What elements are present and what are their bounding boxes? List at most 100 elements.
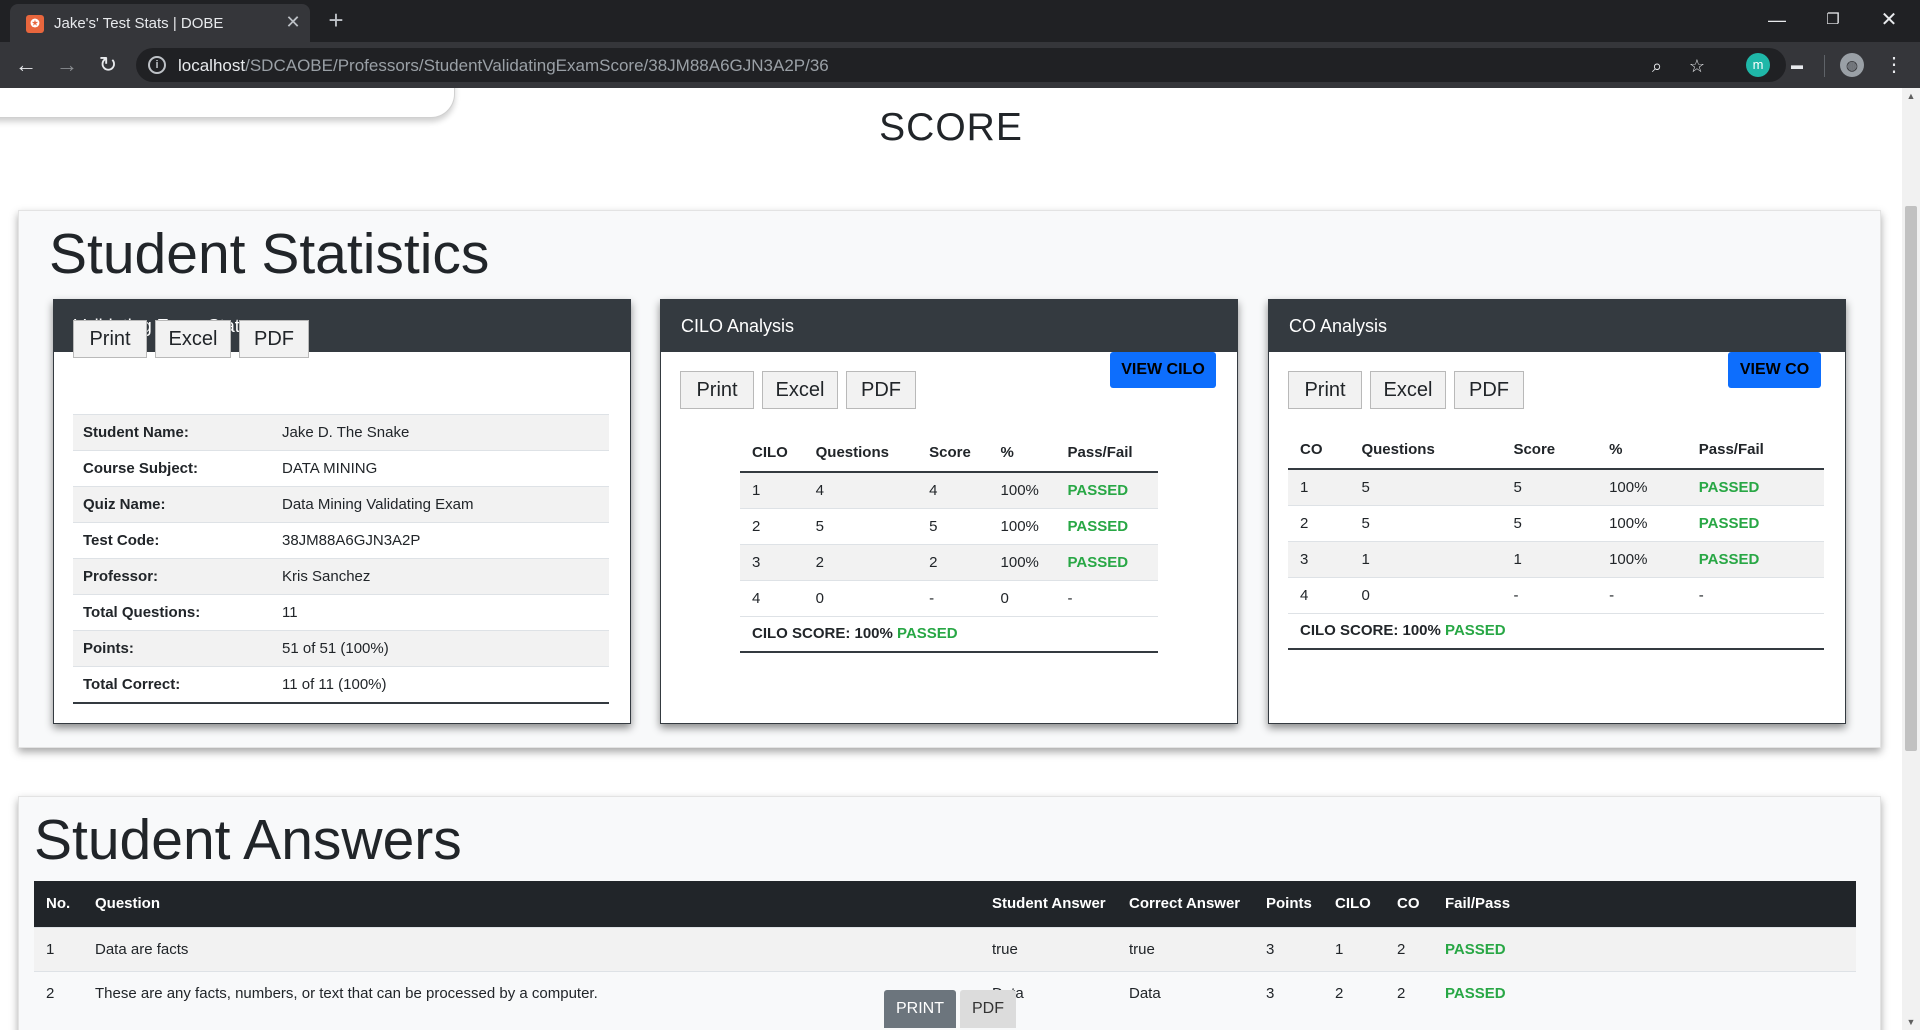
co-table-row: 3 1 1 100% PASSED — [1288, 540, 1824, 577]
stats-value: DATA MINING — [272, 450, 609, 487]
stats-row: Quiz Name: Data Mining Validating Exam — [73, 486, 609, 523]
co-column-header: % — [1597, 431, 1687, 470]
answers-column-header: Fail/Pass — [1433, 881, 1856, 927]
extension-m-icon[interactable]: m — [1746, 53, 1770, 77]
stats-label: Test Code: — [73, 522, 272, 559]
browser-tab[interactable]: ✪ Jake's' Test Stats | DOBE ✕ — [10, 4, 310, 42]
cilo-table-row: 3 2 2 100% PASSED — [740, 543, 1158, 580]
back-arrow-icon[interactable]: ← — [10, 49, 42, 81]
answers-column-header: CILO — [1323, 881, 1385, 927]
cilo-table-cell: 5 — [803, 507, 918, 544]
floating-print-button[interactable]: PRINT — [884, 990, 956, 1028]
extension-icon[interactable]: ▬ — [1785, 53, 1809, 77]
print-button[interactable]: Print — [73, 320, 147, 358]
page-scrollbar[interactable]: ▲ ▼ — [1902, 88, 1920, 1030]
answers-table-cell: Data — [1117, 970, 1254, 1015]
cilo-score-status: PASSED — [897, 625, 958, 643]
stats-value: 51 of 51 (100%) — [272, 630, 609, 667]
co-table-cell: 4 — [1288, 576, 1350, 613]
cilo-table-cell: 2 — [740, 507, 804, 544]
print-button[interactable]: Print — [680, 371, 754, 409]
cilo-table-cell: PASSED — [1055, 543, 1158, 580]
cilo-table-cell: - — [917, 579, 989, 616]
answers-table-cell: PASSED — [1433, 926, 1856, 971]
scrollbar-thumb[interactable] — [1905, 206, 1917, 751]
stats-row: Professor: Kris Sanchez — [73, 558, 609, 595]
view-cilo-button[interactable]: VIEW CILO — [1110, 352, 1216, 388]
panel-header: CO Analysis — [1269, 300, 1845, 352]
print-button[interactable]: Print — [1288, 371, 1362, 409]
answers-table-row: 1 Data are facts true true 3 1 2 PASSED — [34, 926, 1856, 971]
stats-row: Points: 51 of 51 (100%) — [73, 630, 609, 667]
url-path: /SDCAOBE/Professors/StudentValidatingExa… — [245, 56, 829, 75]
forward-arrow-icon[interactable]: → — [51, 49, 83, 81]
co-table-cell: 2 — [1288, 504, 1350, 541]
cilo-analysis-panel: CILO Analysis VIEW CILO Print Excel PDF … — [660, 299, 1238, 724]
co-table-cell: 5 — [1349, 468, 1502, 505]
bookmark-star-icon[interactable]: ☆ — [1686, 55, 1708, 77]
cilo-table-cell: 4 — [740, 579, 804, 616]
close-window-icon[interactable]: ✕ — [1866, 4, 1912, 36]
cilo-table-cell: - — [1055, 579, 1158, 616]
cilo-table-row: 2 5 5 100% PASSED — [740, 507, 1158, 544]
pdf-button[interactable]: PDF — [239, 320, 309, 358]
answers-table-cell: true — [980, 926, 1117, 971]
stats-value: 11 — [272, 594, 609, 631]
cilo-table-cell: PASSED — [1055, 471, 1158, 508]
co-table-cell: 5 — [1349, 504, 1502, 541]
answers-table-cell: These are any facts, numbers, or text th… — [83, 970, 980, 1015]
profile-avatar-icon[interactable]: ◍ — [1840, 53, 1864, 77]
answers-table-cell: 2 — [34, 970, 83, 1015]
cilo-column-header: Questions — [803, 434, 918, 473]
browser-menu-icon[interactable]: ⋮ — [1882, 53, 1906, 77]
excel-button[interactable]: Excel — [762, 371, 838, 409]
cilo-table-cell: 0 — [988, 579, 1056, 616]
answers-table-cell: 1 — [1323, 926, 1385, 971]
co-table-cell: 0 — [1349, 576, 1502, 613]
reload-icon[interactable]: ↻ — [92, 49, 124, 81]
cilo-table-cell: 100% — [988, 471, 1056, 508]
co-table-cell: - — [1686, 576, 1824, 613]
co-table-cell: 1 — [1288, 468, 1350, 505]
minimize-window-icon[interactable]: — — [1754, 4, 1800, 36]
answers-column-header: Question — [83, 881, 980, 927]
co-column-header: Pass/Fail — [1686, 431, 1824, 470]
cilo-table-cell: 4 — [917, 471, 989, 508]
scroll-down-arrow-icon[interactable]: ▼ — [1902, 1014, 1920, 1030]
co-score-status: PASSED — [1445, 622, 1506, 640]
cilo-table-cell: 3 — [740, 543, 804, 580]
student-statistics-title: Student Statistics — [49, 222, 490, 286]
pdf-button[interactable]: PDF — [1454, 371, 1524, 409]
cilo-analysis-table: CILO Questions Score% Pass/Fail 1 4 4 100% PASS… — [740, 434, 1158, 653]
new-tab-icon[interactable]: + — [322, 7, 350, 35]
cilo-table-cell: 0 — [803, 579, 918, 616]
close-tab-icon[interactable]: ✕ — [282, 11, 304, 33]
site-info-icon[interactable]: i — [148, 56, 166, 74]
floating-pdf-button[interactable]: PDF — [960, 990, 1016, 1028]
stats-value: 11 of 11 (100%) — [272, 666, 609, 703]
answers-table-cell: 3 — [1254, 926, 1323, 971]
zoom-icon[interactable]: ⌕ — [1646, 55, 1668, 77]
co-table-cell: 1 — [1501, 540, 1598, 577]
co-table-cell: PASSED — [1686, 504, 1824, 541]
co-analysis-table: CO Questions Score% Pass/Fail 1 5 5 100% PASSED… — [1288, 431, 1824, 650]
cilo-score-summary: CILO SCORE: 100% PASSED — [740, 615, 1158, 653]
stats-label: Quiz Name: — [73, 486, 272, 523]
restore-window-icon[interactable]: ❐ — [1810, 4, 1856, 36]
excel-button[interactable]: Excel — [1370, 371, 1446, 409]
co-score-label: CILO SCORE: 100% — [1300, 622, 1441, 640]
stats-label: Total Correct: — [73, 666, 272, 703]
excel-button[interactable]: Excel — [155, 320, 231, 358]
co-table-cell: PASSED — [1686, 468, 1824, 505]
pdf-button[interactable]: PDF — [846, 371, 916, 409]
tab-title: Jake's' Test Stats | DOBE — [54, 15, 224, 32]
cilo-table-cell: 1 — [740, 471, 804, 508]
url-text[interactable]: localhost/SDCAOBE/Professors/StudentVali… — [178, 56, 829, 76]
scroll-up-arrow-icon[interactable]: ▲ — [1902, 88, 1920, 104]
answers-table-cell: PASSED — [1433, 970, 1856, 1015]
address-bar[interactable]: i localhost/SDCAOBE/Professors/StudentVa… — [136, 48, 1786, 82]
cilo-table-row: 40-0- — [740, 579, 1158, 616]
view-co-button[interactable]: VIEW CO — [1728, 352, 1821, 388]
url-host: localhost — [178, 56, 246, 75]
co-column-header: CO — [1288, 431, 1350, 470]
